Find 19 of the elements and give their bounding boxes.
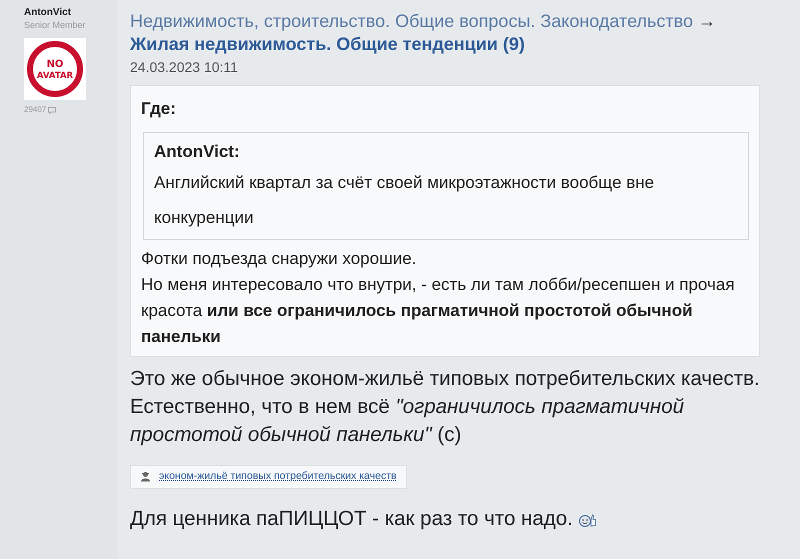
smiley-icon [578,512,596,527]
topic-title-link[interactable]: Жилая недвижимость. Общие тенденции (9) [130,33,768,56]
post-text: Для ценника паПИЦЦОТ - как раз то что надо. [130,506,573,532]
forum-section-link[interactable]: Недвижимость, строительство. Общие вопросы. Законодательство [130,11,693,31]
user-rank: Senior Member [24,19,87,31]
post-date: 24.03.2023 10:11 [130,58,239,76]
comment-icon [48,106,56,114]
username[interactable]: AntonVict [24,7,118,19]
tag-link[interactable]: эконом-жильё типовых потребительских качеств [130,465,407,489]
quote-text: Но меня интересовало что внутри, - есть ли там лобби/ресепшен и прочая красота или все ограничилось прагматичной простотой обычной панельки [141,274,736,348]
quote-author: Где: [141,98,177,120]
arrow-icon: → [698,11,716,31]
user-icon [140,471,151,482]
quote-author: AntonVict: [154,141,241,163]
quote-text: Фотки подъезда снаружи хорошие. [141,248,418,270]
post-text: Это же обычное эконом-жильё типовых потребительских качеств. Естественно, что в нем всё "ограничилось прагматичной простотой обычной панельки" (с) [130,366,760,448]
avatar: NO AVATAR [24,38,86,100]
quote-text: Английский квартал за счёт своей микроэтажности вообще вне конкуренции [154,172,656,229]
post-count: 29407 [24,104,46,116]
